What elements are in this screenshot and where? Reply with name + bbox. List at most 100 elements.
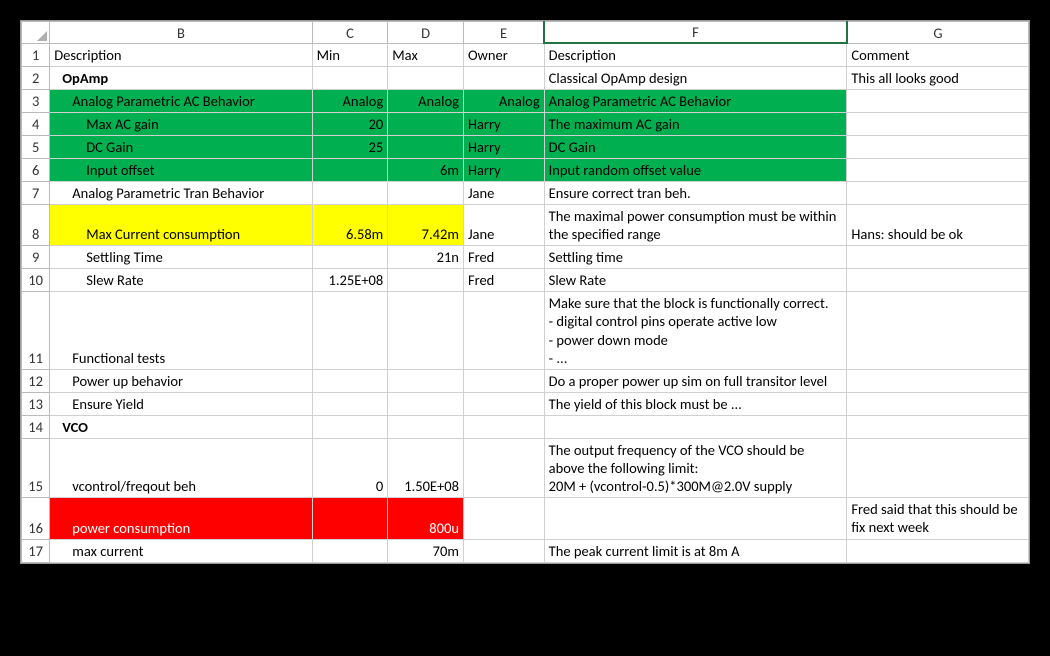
cell[interactable]: 800u <box>388 498 464 539</box>
cell[interactable] <box>312 415 388 438</box>
cell[interactable] <box>463 369 544 392</box>
cell[interactable]: DC Gain <box>50 136 312 159</box>
row-number[interactable]: 10 <box>22 269 50 292</box>
cell[interactable]: 0 <box>312 438 388 497</box>
cell[interactable] <box>463 498 544 539</box>
cell[interactable]: Description <box>50 43 312 67</box>
cell[interactable] <box>388 67 464 90</box>
row-number[interactable]: 13 <box>22 392 50 415</box>
cell[interactable] <box>312 392 388 415</box>
cell[interactable]: power consumption <box>50 498 312 539</box>
cell[interactable]: This all looks good <box>847 67 1029 90</box>
cell[interactable]: Analog <box>312 90 388 113</box>
cell[interactable]: Analog <box>388 90 464 113</box>
cell[interactable] <box>847 438 1029 497</box>
cell[interactable] <box>463 292 544 370</box>
cell[interactable]: Jane <box>463 205 544 246</box>
cell[interactable]: Power up behavior <box>50 369 312 392</box>
cell[interactable]: Slew Rate <box>544 269 847 292</box>
cell[interactable]: Ensure Yield <box>50 392 312 415</box>
row-number[interactable]: 12 <box>22 369 50 392</box>
cell[interactable]: Fred <box>463 246 544 269</box>
row-number[interactable]: 17 <box>22 539 50 562</box>
row-number[interactable]: 1 <box>22 43 50 67</box>
col-header-d[interactable]: D <box>388 22 464 44</box>
cell[interactable]: Functional tests <box>50 292 312 370</box>
cell[interactable]: Jane <box>463 182 544 205</box>
cell[interactable]: The peak current limit is at 8m A <box>544 539 847 562</box>
row-number[interactable]: 4 <box>22 113 50 136</box>
cell[interactable] <box>312 292 388 370</box>
cell[interactable] <box>463 67 544 90</box>
cell[interactable]: Owner <box>463 43 544 67</box>
cell[interactable]: vcontrol/freqout beh <box>50 438 312 497</box>
cell[interactable] <box>463 438 544 497</box>
cell[interactable] <box>544 498 847 539</box>
cell[interactable] <box>847 113 1029 136</box>
cell[interactable] <box>312 369 388 392</box>
cell[interactable] <box>847 539 1029 562</box>
cell[interactable]: Analog Parametric AC Behavior <box>50 90 312 113</box>
row-number[interactable]: 14 <box>22 415 50 438</box>
cell[interactable] <box>388 113 464 136</box>
cell[interactable]: Make sure that the block is functionally… <box>544 292 847 370</box>
cell[interactable] <box>847 269 1029 292</box>
cell[interactable] <box>312 246 388 269</box>
cell[interactable]: Description <box>544 43 847 67</box>
cell[interactable]: OpAmp <box>50 67 312 90</box>
cell[interactable] <box>388 369 464 392</box>
cell[interactable]: Max Current consumption <box>50 205 312 246</box>
row-number[interactable]: 6 <box>22 159 50 182</box>
row-number[interactable]: 15 <box>22 438 50 497</box>
cell[interactable]: Max <box>388 43 464 67</box>
cell[interactable]: Min <box>312 43 388 67</box>
cell[interactable] <box>312 67 388 90</box>
cell[interactable]: 25 <box>312 136 388 159</box>
cell[interactable]: The maximum AC gain <box>544 113 847 136</box>
cell[interactable] <box>388 182 464 205</box>
cell[interactable]: Analog Parametric Tran Behavior <box>50 182 312 205</box>
cell[interactable]: VCO <box>50 415 312 438</box>
cell[interactable]: The yield of this block must be ... <box>544 392 847 415</box>
cell[interactable]: Harry <box>463 136 544 159</box>
cell[interactable]: Analog Parametric AC Behavior <box>544 90 847 113</box>
cell[interactable]: Slew Rate <box>50 269 312 292</box>
cell[interactable] <box>847 159 1029 182</box>
row-number[interactable]: 16 <box>22 498 50 539</box>
cell[interactable] <box>463 539 544 562</box>
cell[interactable]: The maximal power consumption must be wi… <box>544 205 847 246</box>
spreadsheet[interactable]: B C D E F G 1 Description Min Max Owner … <box>20 20 1030 564</box>
cell[interactable]: Hans: should be ok <box>847 205 1029 246</box>
select-all-corner[interactable] <box>22 22 50 44</box>
cell[interactable] <box>847 369 1029 392</box>
cell[interactable]: Comment <box>847 43 1029 67</box>
cell[interactable]: Harry <box>463 159 544 182</box>
cell[interactable] <box>847 415 1029 438</box>
cell[interactable] <box>388 269 464 292</box>
cell[interactable]: Input offset <box>50 159 312 182</box>
row-number[interactable]: 9 <box>22 246 50 269</box>
cell[interactable]: 1.50E+08 <box>388 438 464 497</box>
cell[interactable]: Fred <box>463 269 544 292</box>
row-number[interactable]: 5 <box>22 136 50 159</box>
cell[interactable]: Settling Time <box>50 246 312 269</box>
col-header-c[interactable]: C <box>312 22 388 44</box>
cell[interactable] <box>847 182 1029 205</box>
col-header-e[interactable]: E <box>463 22 544 44</box>
cell[interactable] <box>312 539 388 562</box>
cell[interactable]: Classical OpAmp design <box>544 67 847 90</box>
col-header-g[interactable]: G <box>847 22 1029 44</box>
cell[interactable]: DC Gain <box>544 136 847 159</box>
cell[interactable]: Do a proper power up sim on full transit… <box>544 369 847 392</box>
cell[interactable] <box>847 246 1029 269</box>
cell[interactable]: 70m <box>388 539 464 562</box>
cell[interactable]: 20 <box>312 113 388 136</box>
cell[interactable] <box>847 392 1029 415</box>
cell[interactable]: 6.58m <box>312 205 388 246</box>
cell[interactable]: Input random offset value <box>544 159 847 182</box>
cell[interactable] <box>388 136 464 159</box>
cell[interactable] <box>544 415 847 438</box>
cell[interactable]: 7.42m <box>388 205 464 246</box>
cell[interactable]: 6m <box>388 159 464 182</box>
row-number[interactable]: 11 <box>22 292 50 370</box>
